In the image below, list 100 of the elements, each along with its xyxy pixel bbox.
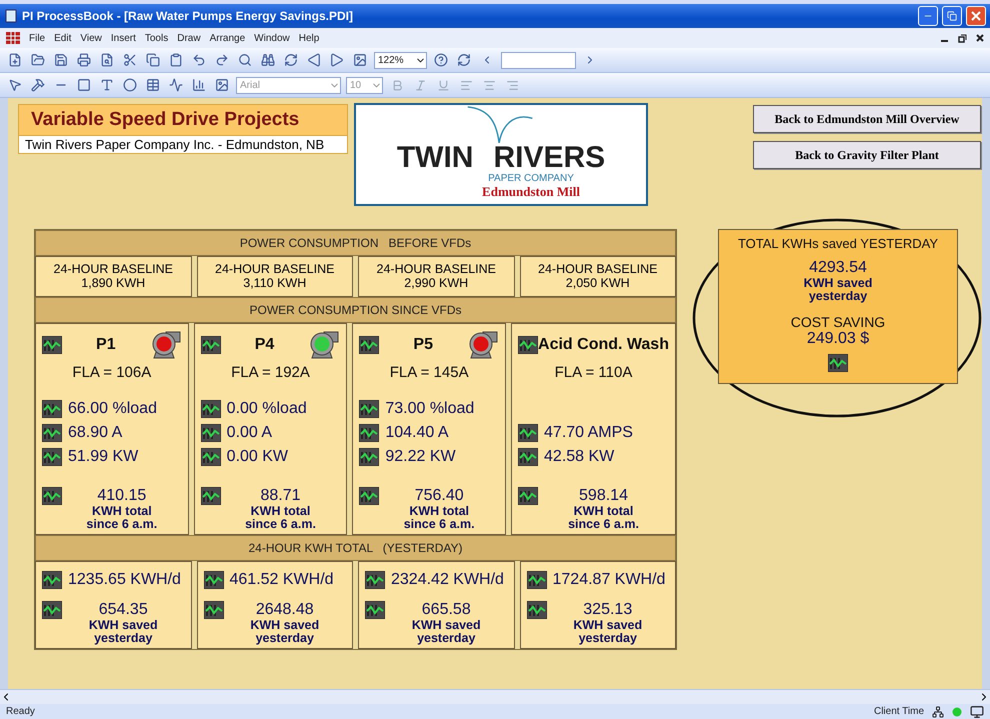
time-field[interactable] (501, 52, 576, 68)
menu-item[interactable]: Window (254, 32, 290, 44)
meter-icon (526, 571, 546, 589)
load-value: 0.00 %load (226, 400, 307, 418)
search-icon[interactable] (236, 51, 254, 69)
binoculars-icon[interactable] (259, 51, 277, 69)
trend-icon (359, 336, 380, 354)
baseline-value: 2,990 KWH (404, 276, 468, 290)
back-icon[interactable] (305, 51, 323, 69)
kwh-total-label: KWH total (574, 505, 634, 518)
horizontal-scrollbar[interactable] (0, 689, 990, 704)
load-value: 66.00 %load (68, 400, 157, 418)
status-text: Ready (6, 706, 35, 717)
bar-chart-icon[interactable] (190, 76, 208, 94)
power-value: 0.00 KW (226, 448, 288, 466)
refresh-icon[interactable] (455, 51, 473, 69)
restore-icon (947, 11, 957, 21)
menu-item[interactable]: View (80, 32, 102, 44)
meter-icon (200, 448, 221, 466)
menu-item[interactable]: Arrange (210, 32, 246, 44)
panel-icon (526, 601, 546, 619)
menu-item[interactable]: Help (298, 32, 320, 44)
daily-kwh-value: 1724.87 KWH/d (552, 571, 666, 589)
meter-icon (42, 424, 62, 442)
total-kwh-value: 4293.54 (809, 259, 867, 277)
kwh-total-value: 756.40 (414, 487, 464, 505)
logo-tagline: PAPER COMPANY (488, 173, 574, 184)
pump-name: P4 (254, 336, 274, 354)
close-button[interactable] (966, 6, 986, 26)
panel-icon (42, 601, 62, 619)
panel-icon (365, 601, 385, 619)
kwh-saved-value: 325.13 (583, 601, 632, 619)
zoom-select[interactable]: 122% (374, 52, 427, 68)
forward-icon[interactable] (328, 51, 346, 69)
meter-icon (518, 448, 538, 466)
kwh-saved-label: yesterday (578, 632, 637, 644)
navigation-button[interactable]: Back to Edmundston Mill Overview (753, 105, 981, 133)
image-icon[interactable] (351, 51, 369, 69)
baseline-value: 1,890 KWH (81, 276, 146, 290)
fla-rating: FLA = 106A (71, 364, 152, 381)
copy-icon[interactable] (144, 51, 162, 69)
restore-icon[interactable] (958, 34, 967, 42)
meter-icon (518, 424, 538, 442)
section-heading: POWER CONSUMPTION SINCE VFDs (35, 297, 676, 323)
hammer-icon[interactable] (29, 76, 47, 94)
totals-title: TOTAL KWHs saved YESTERDAY (738, 236, 938, 251)
current-value: 68.90 A (68, 424, 122, 442)
image-icon[interactable] (213, 76, 231, 94)
power-value: 42.58 KW (544, 448, 614, 466)
kwh-total-label: since 6 a.m. (568, 518, 639, 530)
ellipse-icon[interactable] (121, 76, 139, 94)
close-icon[interactable] (976, 34, 984, 42)
refresh-icon[interactable] (282, 51, 300, 69)
kwh-saved-value: 654.35 (98, 601, 148, 619)
save-icon[interactable] (52, 51, 70, 69)
total-kwh-label: KWH saved (804, 277, 872, 290)
section-heading: 24-HOUR KWH TOTAL (YESTERDAY) (35, 535, 676, 561)
print-icon[interactable] (75, 51, 93, 69)
baseline-label: 24-HOUR BASELINE (215, 262, 334, 276)
menu-item[interactable]: Insert (110, 32, 136, 44)
navigation-button[interactable]: Back to Gravity Filter Plant (753, 141, 981, 169)
trend-icon (200, 336, 221, 354)
kwh-total-label: since 6 a.m. (86, 518, 158, 530)
section-heading: POWER CONSUMPTION BEFORE VFDs (35, 230, 676, 256)
document-icon (6, 32, 20, 44)
logo-text: RIVERS (493, 143, 606, 173)
baseline-value: 2,050 KWH (566, 276, 630, 290)
page-title: Variable Speed Drive Projects (18, 104, 348, 136)
kwh-total-label: KWH total (92, 505, 152, 518)
kwh-saved-label: KWH saved (88, 619, 158, 632)
trend-icon[interactable] (167, 76, 185, 94)
kwh-saved-label: yesterday (94, 632, 152, 644)
kwh-saved-label: KWH saved (250, 619, 320, 632)
table-icon[interactable] (144, 76, 162, 94)
kwh-total-value: 410.15 (97, 487, 146, 505)
help-icon[interactable] (432, 51, 450, 69)
restore-button[interactable] (942, 6, 962, 26)
menu-item[interactable]: File (29, 32, 46, 44)
page-subtitle: Twin Rivers Paper Company Inc. - Edmundston, NB (18, 136, 348, 154)
minimize-button[interactable] (918, 6, 938, 26)
client-time-label: Client Time (874, 706, 924, 717)
fla-rating: FLA = 145A (388, 364, 470, 381)
power-value: 51.99 KW (68, 448, 138, 466)
close-icon (971, 11, 981, 21)
pump-name: Acid Cond. Wash (538, 336, 669, 354)
kwh-total-label: since 6 a.m. (404, 518, 475, 530)
menu-item[interactable]: Edit (54, 32, 72, 44)
meter-icon (200, 400, 221, 418)
pump-name: P5 (413, 336, 433, 354)
menu-item[interactable]: Tools (144, 32, 168, 44)
trend-icon (42, 336, 62, 354)
kwh-saved-value: 2648.48 (256, 601, 314, 619)
total-kwh-label: yesterday (808, 290, 868, 302)
menu-item[interactable]: Draw (177, 32, 201, 44)
baseline-label: 24-HOUR BASELINE (54, 262, 173, 276)
baseline-value: 3,110 KWH (243, 276, 306, 290)
daily-kwh-value: 461.52 KWH/d (230, 571, 334, 589)
meter-icon (359, 448, 380, 466)
rectangle-icon[interactable] (75, 76, 93, 94)
panel-icon (204, 601, 224, 619)
